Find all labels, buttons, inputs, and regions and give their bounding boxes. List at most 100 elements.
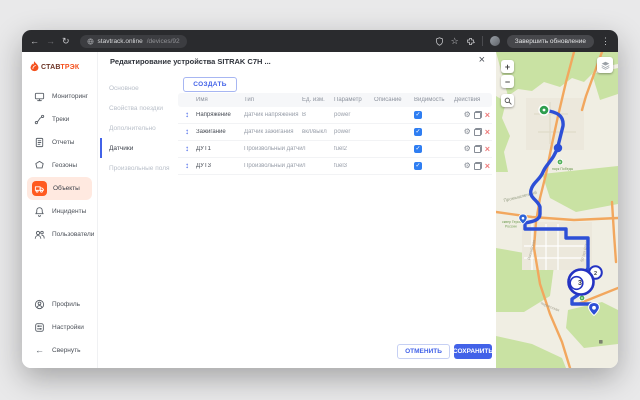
drag-handle-icon[interactable]: ↕ <box>178 111 196 119</box>
row-settings-icon[interactable]: ⚙ <box>464 162 471 170</box>
profile-avatar[interactable] <box>490 36 500 46</box>
sidebar-item-label: Профиль <box>52 301 80 308</box>
table-row: ↕ДУТ1Произвольный датчиклfuel2✓⚙× <box>178 141 492 158</box>
bookmark-star-icon[interactable]: ☆ <box>451 37 459 46</box>
tab-main[interactable]: Основное <box>100 78 176 98</box>
browser-menu-icon[interactable]: ⋮ <box>601 37 610 46</box>
cluster-marker-big[interactable]: 3 <box>569 270 594 295</box>
copy-icon[interactable] <box>474 162 482 170</box>
column-header: Видимость <box>414 97 454 103</box>
visibility-cell: ✓ <box>414 162 454 170</box>
sensors-table: ИмяТипЕд. изм.ПараметрОписаниеВидимостьД… <box>178 93 492 175</box>
close-icon[interactable]: × <box>479 54 485 66</box>
sidebar-item-collapse[interactable]: ←Свернуть <box>22 339 97 362</box>
column-header: Описание <box>374 97 414 103</box>
sidebar-item-tracks[interactable]: Треки <box>22 108 97 131</box>
address-bar[interactable]: stavtrack.online/devices/92 <box>80 35 187 48</box>
sensor-unit: л <box>302 163 334 169</box>
sidebar-item-reports[interactable]: Отчеты <box>22 131 97 154</box>
zoom-in-button[interactable]: + <box>501 60 514 73</box>
sensor-param: fuel2 <box>334 146 374 152</box>
zoom-out-button[interactable]: − <box>501 75 514 88</box>
sensor-param: power <box>334 112 374 118</box>
map-layers-button[interactable] <box>597 57 613 73</box>
visibility-checkbox[interactable]: ✓ <box>414 145 422 153</box>
toolbar-divider <box>482 36 483 46</box>
column-header: Действия <box>454 97 492 103</box>
row-settings-icon[interactable]: ⚙ <box>464 111 471 119</box>
sensor-unit: В <box>302 112 334 118</box>
browser-toolbar: ← → ↻ stavtrack.online/devices/92 ☆ Заве… <box>22 30 618 52</box>
tab-sensors[interactable]: Датчики <box>100 138 176 158</box>
incidents-icon <box>33 205 46 218</box>
drag-handle-icon[interactable]: ↕ <box>178 162 196 170</box>
layers-icon <box>600 60 611 71</box>
geozones-icon <box>33 159 46 172</box>
forward-icon[interactable]: → <box>46 37 55 46</box>
delete-icon[interactable]: × <box>485 128 490 137</box>
sidebar-item-label: Геозоны <box>52 162 77 169</box>
sidebar-item-label: Свернуть <box>52 347 81 354</box>
drag-handle-icon[interactable]: ↕ <box>178 145 196 153</box>
sidebar-item-label: Мониторинг <box>52 93 88 100</box>
users-icon <box>33 228 46 241</box>
visibility-checkbox[interactable]: ✓ <box>414 128 422 136</box>
copy-icon[interactable] <box>474 145 482 153</box>
tracks-icon <box>33 113 46 126</box>
cancel-button[interactable]: ОТМЕНИТЬ <box>397 344 450 359</box>
sensor-type: Произвольный датчик <box>244 163 302 169</box>
page: ← → ↻ stavtrack.online/devices/92 ☆ Заве… <box>0 0 640 400</box>
svg-text:2: 2 <box>594 271 597 277</box>
visibility-checkbox[interactable]: ✓ <box>414 162 422 170</box>
sensor-name: ДУТ1 <box>196 146 244 152</box>
route-start-marker[interactable] <box>539 105 549 115</box>
url-host: stavtrack.online <box>98 38 143 45</box>
sidebar-item-label: Треки <box>52 116 69 123</box>
sensor-type: Произвольный датчик <box>244 146 302 152</box>
sidebar-item-incidents[interactable]: Инциденты <box>22 200 97 223</box>
delete-icon[interactable]: × <box>485 145 490 154</box>
copy-icon[interactable] <box>474 111 482 119</box>
sidebar-item-geozones[interactable]: Геозоны <box>22 154 97 177</box>
row-settings-icon[interactable]: ⚙ <box>464 128 471 136</box>
sidebar-item-label: Пользователи <box>52 231 94 238</box>
settings-icon <box>33 321 46 334</box>
back-icon[interactable]: ← <box>30 37 39 46</box>
sensor-name: Напряжение <box>196 112 244 118</box>
create-button[interactable]: СОЗДАТЬ <box>183 77 237 92</box>
row-settings-icon[interactable]: ⚙ <box>464 145 471 153</box>
app-logo[interactable]: СТАВТРЭК <box>22 52 97 76</box>
sensor-param: fuel3 <box>334 163 374 169</box>
reports-icon <box>33 136 46 149</box>
visibility-cell: ✓ <box>414 145 454 153</box>
tab-trip[interactable]: Свойства поездки <box>100 98 176 118</box>
extensions-icon[interactable] <box>466 37 475 46</box>
sidebar-item-label: Отчеты <box>52 139 74 146</box>
route-point-marker[interactable] <box>554 144 562 152</box>
svg-text:3: 3 <box>578 280 582 287</box>
drag-handle-icon[interactable]: ↕ <box>178 128 196 136</box>
tab-custom-fields[interactable]: Произвольные поля <box>100 158 176 178</box>
sidebar-item-monitoring[interactable]: Мониторинг <box>22 85 97 108</box>
map-search-button[interactable] <box>501 94 514 107</box>
browser-update-button[interactable]: Завершить обновление <box>507 35 594 48</box>
row-actions: ⚙× <box>454 111 492 120</box>
delete-icon[interactable]: × <box>485 162 490 171</box>
delete-icon[interactable]: × <box>485 111 490 120</box>
row-actions: ⚙× <box>454 145 492 154</box>
save-button[interactable]: СОХРАНИТЬ <box>454 344 492 359</box>
sidebar-item-settings[interactable]: Настройки <box>22 316 97 339</box>
copy-icon[interactable] <box>474 128 482 136</box>
sidebar-item-users[interactable]: Пользователи <box>22 223 97 246</box>
column-header: Ед. изм. <box>302 97 334 103</box>
visibility-checkbox[interactable]: ✓ <box>414 111 422 119</box>
sensor-unit: л <box>302 146 334 152</box>
table-row: ↕ЗажиганиеДатчик зажиганиявкл/выклpower✓… <box>178 124 492 141</box>
tab-additional[interactable]: Дополнительно <box>100 118 176 138</box>
monitoring-icon <box>33 90 46 103</box>
map[interactable]: Промышленный сквер Героев России парк По… <box>496 52 618 368</box>
refresh-icon[interactable]: ↻ <box>62 37 70 46</box>
sidebar-item-objects[interactable]: Объекты <box>27 177 92 200</box>
sidebar-item-profile[interactable]: Профиль <box>22 293 97 316</box>
shield-icon[interactable] <box>435 37 444 46</box>
